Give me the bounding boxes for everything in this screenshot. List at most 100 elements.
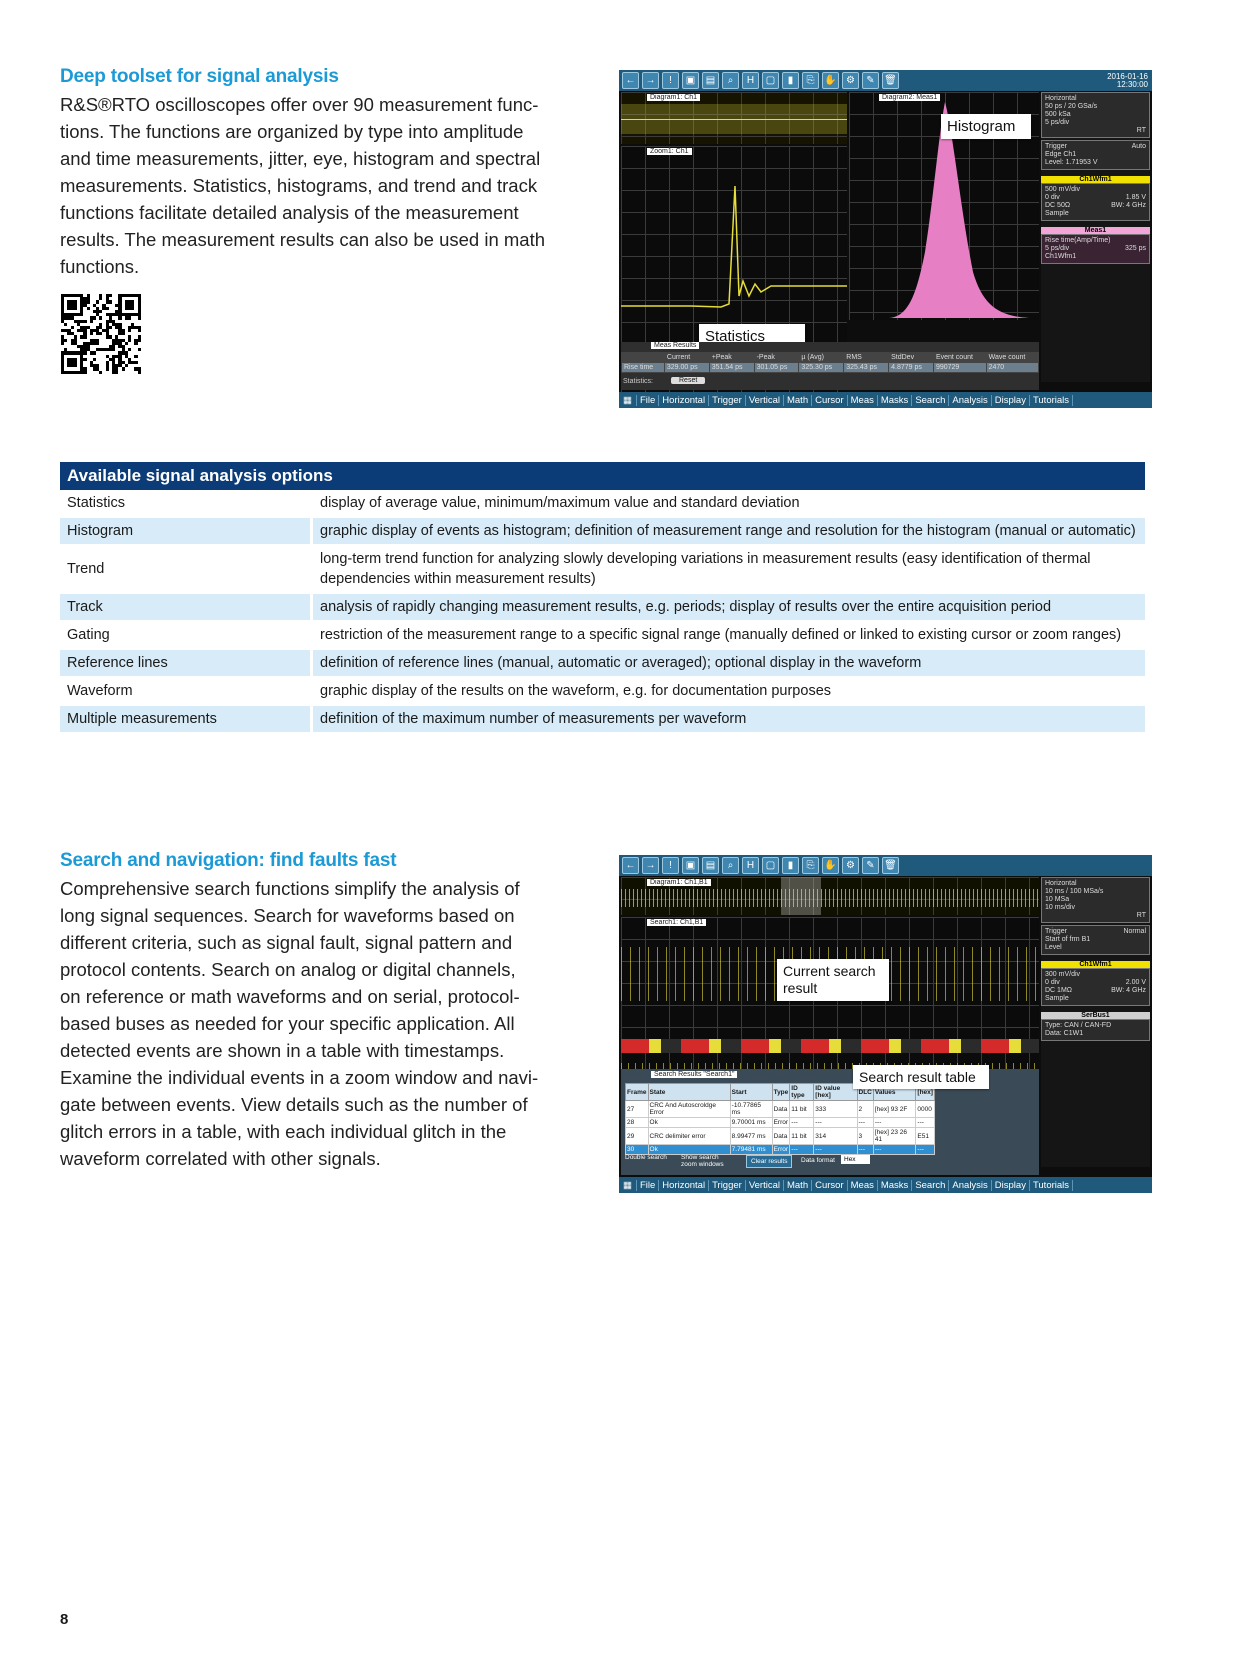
table-row[interactable]: 27 CRC And Autoscroldge Error -10.77865 ms…	[625, 1100, 935, 1118]
search-header: ID type	[789, 1083, 815, 1101]
side-horizontal[interactable]: Horizontal 50 ps / 20 GSa/s 500 kSa 5 ps…	[1041, 92, 1150, 138]
double-search-button[interactable]: Double search	[625, 1154, 675, 1161]
menu-item[interactable]: Cursor	[812, 394, 848, 406]
menu-item[interactable]: Analysis	[949, 394, 992, 406]
results-panel: Meas Results Current +Peak -Peak µ (Avg) RMS…	[621, 342, 1040, 390]
toolbar-icon[interactable]: ▤	[702, 857, 719, 874]
toolbar-icon[interactable]: ⌕	[722, 857, 739, 874]
toolbar-icon[interactable]: ←	[622, 72, 639, 89]
menu-item[interactable]: Trigger	[709, 1179, 746, 1191]
menu-item[interactable]: Masks	[878, 1179, 913, 1191]
menu-item[interactable]: File	[637, 394, 660, 406]
menu-item[interactable]: Horizontal	[659, 394, 710, 406]
menu-item[interactable]: Math	[784, 1179, 813, 1191]
section-body-signal-analysis: R&S®RTO oscilloscopes offer over 90 meas…	[60, 94, 546, 277]
side-channel[interactable]: Ch1Wfm1 300 mV/div 0 div 2.00 V DC 1MΩ B…	[1041, 961, 1150, 1006]
toolbar-icon[interactable]: ⎘	[802, 72, 819, 89]
menu-item[interactable]: Meas	[848, 394, 878, 406]
search-cell: ---	[813, 1117, 858, 1128]
data-format-select[interactable]: Hex	[841, 1155, 870, 1164]
callout-search-result-table: Search result table	[853, 1065, 989, 1089]
toolbar-icon[interactable]: ⌕	[722, 72, 739, 89]
side-panel: Horizontal 10 ms / 100 MSa/s 10 MSa 10 m…	[1041, 877, 1150, 1167]
menu-item[interactable]: Math	[784, 394, 813, 406]
toolbar-icon[interactable]: ✎	[862, 857, 879, 874]
oscilloscope-screenshot-analysis: ← →! ▣ ▤ ⌕ H ▢ ▮ ⎘ ✋ ⚙ ✎ 🗑 2016-01-16 12:30:00 Diagr…	[619, 70, 1152, 408]
option-name: Gating	[60, 621, 313, 650]
menu-item[interactable]: Search	[912, 394, 950, 406]
results-tab[interactable]: Meas Results	[651, 342, 700, 349]
search-diagram1[interactable]: Diagram1: Ch1,B1	[621, 877, 1039, 915]
menu-item[interactable]: File	[637, 1179, 660, 1191]
search-cell: 30	[625, 1144, 649, 1155]
toolbar-icon[interactable]: ▤	[702, 72, 719, 89]
toolbar-icon[interactable]: ▣	[682, 857, 699, 874]
side-serbus[interactable]: SerBus1 Type: CAN / CAN-FD Data: C1W1	[1041, 1012, 1150, 1041]
section-heading-search: Search and navigation: find faults fast	[60, 850, 397, 871]
table-row[interactable]: 28 Ok 9.70001 ms Error --- --- --- --- ---	[625, 1117, 935, 1128]
results-cell: Rise time	[621, 362, 665, 373]
search-results-tab[interactable]: Search Results "Search1"	[651, 1071, 738, 1078]
toolbar-icon[interactable]: H	[742, 857, 759, 874]
search-cell: 7.79481 ms	[729, 1144, 773, 1155]
toolbar-icon[interactable]: 🗑	[882, 72, 899, 89]
menu-item[interactable]: Display	[992, 394, 1030, 406]
table-row[interactable]: 30 Ok 7.79481 ms Error --- --- --- --- ---	[625, 1144, 935, 1155]
menu-item[interactable]: Tutorials	[1030, 394, 1074, 406]
side-trigger[interactable]: Trigger Normal Start of frm B1 Level	[1041, 925, 1150, 955]
toolbar-icon[interactable]: →	[642, 72, 659, 89]
diagram1-area[interactable]: Diagram1: Ch1	[621, 92, 847, 144]
menu-item[interactable]: Trigger	[709, 394, 746, 406]
toolbar-icon[interactable]: ▢	[762, 72, 779, 89]
menu-item[interactable]: Vertical	[746, 394, 784, 406]
toolbar-icon[interactable]: ✎	[862, 72, 879, 89]
table-row[interactable]: 29 CRC delimiter error 8.99477 ms Data 11 bi…	[625, 1127, 935, 1145]
menu-item[interactable]: Masks	[878, 394, 913, 406]
toolbar-icon[interactable]: ✋	[822, 857, 839, 874]
toolbar-icon[interactable]: ▢	[762, 857, 779, 874]
menu-item[interactable]: Display	[992, 1179, 1030, 1191]
toolbar-icon[interactable]: H	[742, 72, 759, 89]
toolbar-icon[interactable]: ▮	[782, 857, 799, 874]
search-cell: ---	[789, 1117, 815, 1128]
apps-grid-icon[interactable]: ▦	[619, 394, 637, 406]
toolbar-icon[interactable]: ←	[622, 857, 639, 874]
search-cell: CRC delimiter error	[647, 1127, 731, 1145]
search-results-table: Frame State Start Type ID type ID value [hex]…	[625, 1083, 935, 1155]
qr-code[interactable]	[61, 294, 141, 374]
toolbar-icon[interactable]: ✋	[822, 72, 839, 89]
menu-item[interactable]: Cursor	[812, 1179, 848, 1191]
menu-item[interactable]: Analysis	[949, 1179, 992, 1191]
diagram1-tab[interactable]: Diagram1: Ch1,B1	[647, 879, 711, 886]
reset-button[interactable]: Reset	[671, 377, 706, 384]
histogram-diagram[interactable]: Diagram2: Meas1 Histogram	[849, 92, 1039, 320]
toolbar-icon[interactable]: ▮	[782, 72, 799, 89]
menu-item[interactable]: Vertical	[746, 1179, 784, 1191]
side-horizontal[interactable]: Horizontal 10 ms / 100 MSa/s 10 MSa 10 m…	[1041, 877, 1150, 923]
toolbar-icon[interactable]: 🗑	[882, 857, 899, 874]
side-trigger[interactable]: Trigger Auto Edge Ch1 Level: 1.71953 V	[1041, 140, 1150, 170]
side-meas[interactable]: Meas1 Rise time(Amp/Time) 5 ps/div 325 p…	[1041, 227, 1150, 264]
toolbar-icon[interactable]: ⚙	[842, 857, 859, 874]
apps-grid-icon[interactable]: ▦	[619, 1179, 637, 1191]
diagram1-tab[interactable]: Diagram1: Ch1	[647, 94, 701, 101]
menu-item[interactable]: Tutorials	[1030, 1179, 1074, 1191]
menu-item[interactable]: Meas	[848, 1179, 878, 1191]
toolbar-icon[interactable]: !	[662, 857, 679, 874]
toolbar-icon[interactable]: ⎘	[802, 857, 819, 874]
option-name: Histogram	[60, 517, 313, 546]
toolbar-icon[interactable]: !	[662, 72, 679, 89]
toolbar-icon[interactable]: ▣	[682, 72, 699, 89]
option-description: graphic display of the results on the wa…	[311, 677, 1145, 706]
show-zoom-button[interactable]: Show search zoom windows	[681, 1154, 735, 1168]
menu-bar: ▦ File Horizontal Trigger Vertical Math Cursor…	[619, 392, 1152, 408]
search-tab[interactable]: Search1: Ch1,B1	[647, 919, 707, 926]
menu-item[interactable]: Horizontal	[659, 1179, 710, 1191]
menu-item[interactable]: Search	[912, 1179, 950, 1191]
search-cell: ---	[915, 1117, 935, 1128]
toolbar-icon[interactable]: →	[642, 857, 659, 874]
results-header	[621, 352, 665, 363]
side-channel[interactable]: Ch1Wfm1 500 mV/div 0 div 1.85 V DC 50Ω B…	[1041, 176, 1150, 221]
clear-results-button[interactable]: Clear results	[746, 1155, 793, 1168]
toolbar-icon[interactable]: ⚙	[842, 72, 859, 89]
